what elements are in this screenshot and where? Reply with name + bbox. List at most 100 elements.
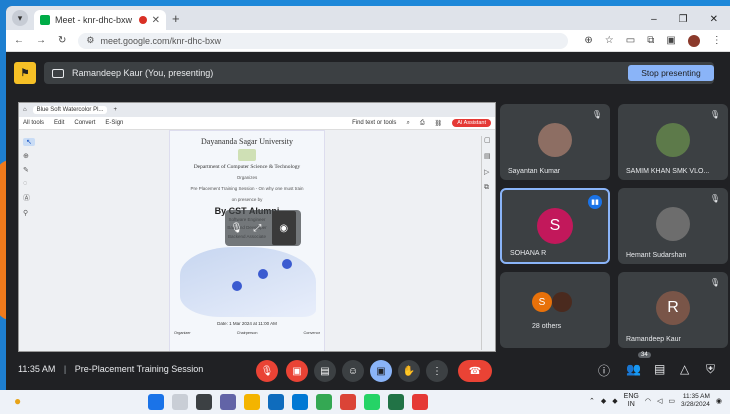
maximize-icon[interactable]: ❐ <box>679 14 688 25</box>
file-explorer-icon[interactable] <box>244 394 260 410</box>
store-icon[interactable] <box>268 394 284 410</box>
end-call-button[interactable]: ☎ <box>458 360 492 382</box>
participant-tile[interactable]: 🎙 Hemant Sudarshan <box>618 188 728 264</box>
camera-toggle-button[interactable]: ▣ <box>286 360 308 382</box>
new-tab-icon[interactable]: + <box>172 11 180 26</box>
participant-count-badge: 34 <box>638 352 651 358</box>
self-view-overlay: 🎙 ⤢ ◉ <box>225 210 301 246</box>
speaking-indicator-icon: ▮▮ <box>588 195 602 209</box>
self-tile[interactable]: R 🎙 Ramandeep Kaur <box>618 272 728 348</box>
chat-app-icon[interactable] <box>220 394 236 410</box>
tab-meet[interactable]: Meet - knr-dhc-bxw ✕ <box>34 10 166 30</box>
chat-icon[interactable]: ▤ <box>654 362 665 376</box>
tab-title: Meet - knr-dhc-bxw <box>55 15 133 25</box>
weather-icon[interactable]: ● <box>14 394 21 408</box>
forward-icon[interactable]: → <box>36 35 46 46</box>
bookmark-star-icon[interactable]: ☆ <box>605 35 614 46</box>
meeting-controls-bar: 11:35 AM | Pre-Placement Training Sessio… <box>6 350 730 390</box>
window-controls: – ❐ ✕ <box>651 14 718 25</box>
meeting-title: Pre-Placement Training Session <box>74 364 204 374</box>
participant-avatar: S <box>537 208 573 244</box>
shared-menu-bar: All tools Edit Convert E-Sign Find text … <box>19 117 495 130</box>
tab-search-icon[interactable]: ▾ <box>12 10 28 26</box>
start-icon[interactable] <box>148 394 164 410</box>
language-indicator[interactable]: ENG IN <box>624 393 639 408</box>
raise-hand-button[interactable]: ✋ <box>398 360 420 382</box>
more-vert-icon: ⋮ <box>432 365 442 377</box>
poster-dot <box>282 259 292 269</box>
shared-menu-esign: E-Sign <box>105 120 124 126</box>
excel-icon[interactable] <box>388 394 404 410</box>
reload-icon[interactable]: ↻ <box>58 35 66 46</box>
whatsapp-icon[interactable] <box>364 394 380 410</box>
tray-app-icon[interactable]: ◆ <box>612 397 617 405</box>
poster-signatory: Chairperson <box>236 331 258 335</box>
meeting-time-title: 11:35 AM | Pre-Placement Training Sessio… <box>18 364 204 374</box>
tray-chevron-icon[interactable]: ⌃ <box>589 397 595 405</box>
notification-icon[interactable]: ◉ <box>716 397 722 405</box>
people-icon[interactable]: 👥 <box>626 362 641 376</box>
close-tab-icon[interactable]: ✕ <box>152 15 160 26</box>
emoji-icon: ☺ <box>347 365 359 377</box>
stop-presenting-button[interactable]: Stop presenting <box>628 65 714 81</box>
more-options-button[interactable]: ⋮ <box>426 360 448 382</box>
meeting-info-icon[interactable]: ⓘ <box>598 362 610 379</box>
participant-photo <box>538 123 572 157</box>
shared-lasso-icon: ◌ <box>23 180 28 187</box>
profile-avatar[interactable] <box>687 34 700 47</box>
shared-ai-assistant-button: AI Assistant <box>452 119 491 127</box>
edge-icon[interactable] <box>316 394 332 410</box>
extensions-puzzle-icon[interactable]: ⧉ <box>647 35 654 46</box>
task-view-icon[interactable] <box>196 394 212 410</box>
others-tile[interactable]: S 28 others <box>500 272 610 348</box>
shared-stamp-icon: ⚲ <box>23 210 29 217</box>
menu-kebab-icon[interactable]: ⋮ <box>712 35 722 46</box>
shared-left-tools: ↖ ⊕ ✎ ◌ Ⓐ ⚲ <box>23 138 35 217</box>
host-controls-icon[interactable]: ⛨ <box>706 362 715 377</box>
meet-logo-icon: ⚑ <box>14 62 36 84</box>
participant-tile-speaking[interactable]: S ▮▮ SOHANA R <box>500 188 610 264</box>
camera-off-icon: ▣ <box>292 365 302 377</box>
reactions-button[interactable]: ☺ <box>342 360 364 382</box>
search-icon[interactable] <box>172 394 188 410</box>
site-info-icon[interactable]: ⚙ <box>86 35 94 46</box>
close-window-icon[interactable]: ✕ <box>710 14 718 25</box>
extension-icon[interactable]: ▭ <box>626 35 635 46</box>
activities-icon[interactable]: △ <box>680 362 689 376</box>
others-count: 28 others <box>532 323 562 330</box>
participant-name: SAMIM KHAN SMK VLO... <box>626 168 710 175</box>
participant-tile[interactable]: 🎙 SAMIM KHAN SMK VLO... <box>618 104 728 180</box>
captions-button[interactable]: ▤ <box>314 360 336 382</box>
shared-find-text: Find text or tools <box>352 120 397 126</box>
sidepanel-icon[interactable]: ▣ <box>666 35 675 46</box>
back-icon[interactable]: ← <box>14 35 24 46</box>
os-taskbar: ● ⌃ ◆ ◆ ENG IN ◠ ◁ ▭ 11:35 AM 3/28/2024 … <box>0 390 730 414</box>
chrome-icon[interactable] <box>340 394 356 410</box>
participant-name: SOHANA R <box>510 250 547 257</box>
taskbar-clock[interactable]: 11:35 AM 3/28/2024 <box>681 393 710 408</box>
mic-toggle-button[interactable]: 🎙 <box>256 360 278 382</box>
poster-signatory: Convenor <box>303 331 320 335</box>
university-logo <box>238 149 256 161</box>
cast-icon[interactable]: ⊕ <box>584 35 592 46</box>
shared-document-area: ↖ ⊕ ✎ ◌ Ⓐ ⚲ ▢ ▤ ▷ ⧉ Dayananda Sagar Univ… <box>19 130 495 351</box>
poster-signatories: Organizer Chairperson Convenor <box>174 331 320 335</box>
participant-photo <box>656 207 690 241</box>
battery-icon[interactable]: ▭ <box>668 397 675 405</box>
poster-organizes: Organizes <box>236 175 258 180</box>
recording-dot-icon <box>138 16 147 24</box>
mic-off-icon: 🎙 <box>260 365 274 377</box>
shared-right-tools: ▢ ▤ ▷ ⧉ <box>481 136 491 350</box>
present-button[interactable]: ▣ <box>370 360 392 382</box>
url-field[interactable]: ⚙ meet.google.com/knr-dhc-bxw <box>78 32 569 49</box>
minimize-icon[interactable]: – <box>651 14 657 25</box>
acrobat-icon[interactable] <box>412 394 428 410</box>
mail-icon[interactable] <box>292 394 308 410</box>
shared-pen-icon: ✎ <box>23 167 29 174</box>
volume-icon[interactable]: ◁ <box>657 397 662 405</box>
poster-session: Pre Placement Training Session - On why … <box>190 186 304 192</box>
shared-search-icon: ⌕ <box>406 119 410 126</box>
participant-tile[interactable]: 🎙 Sayantan Kumar <box>500 104 610 180</box>
tray-app-icon[interactable]: ◆ <box>601 397 606 405</box>
wifi-icon[interactable]: ◠ <box>645 397 651 405</box>
